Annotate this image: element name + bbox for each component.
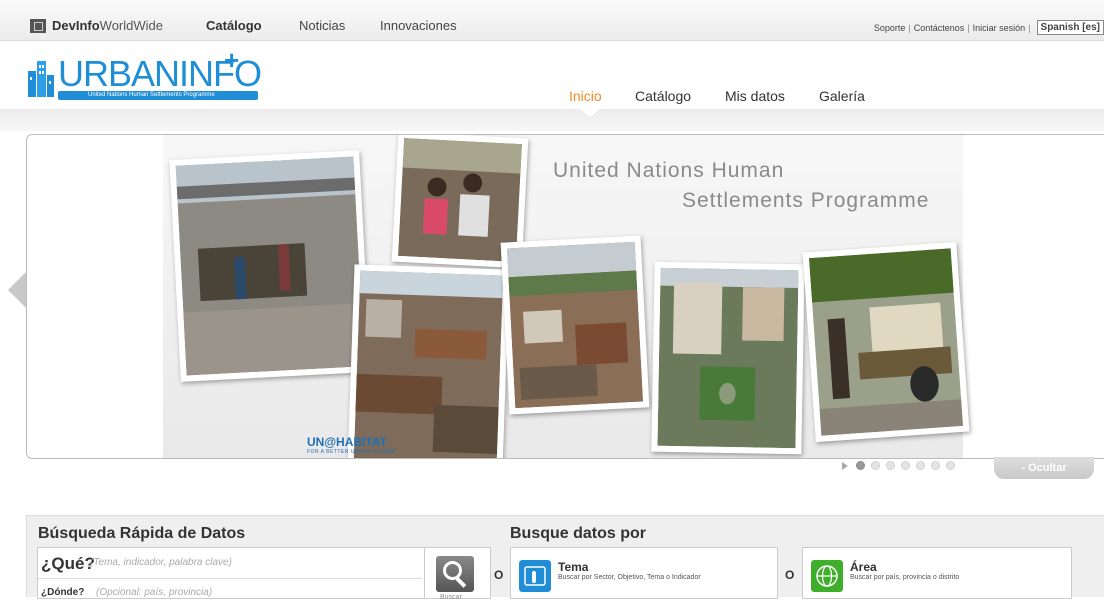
market-image — [175, 156, 365, 376]
top-bar: DevInfo WorldWide Catálogo Noticias Innov… — [0, 0, 1104, 41]
hide-banner-button[interactable]: - Ocultar — [994, 457, 1094, 479]
search-button-label: Buscar — [440, 594, 462, 601]
active-nav-caret — [580, 109, 600, 117]
what-field[interactable]: ¿Qué? (Tema, indicador, palabra clave) — [38, 548, 422, 579]
slide-photo-market — [169, 150, 371, 382]
banner-title-line2: Settlements Programme — [682, 189, 930, 212]
unhabitat-wordmark: UN@HABITAT — [307, 435, 387, 449]
separator: | — [1028, 22, 1031, 33]
what-label: ¿Qué? — [41, 554, 95, 573]
slide-photo-rooftops — [347, 264, 510, 458]
nav-strip — [0, 109, 1104, 131]
slide-dot[interactable] — [946, 461, 955, 470]
search-icon-handle — [455, 577, 467, 588]
nav-galeria[interactable]: Galería — [819, 88, 865, 104]
touch-icon — [519, 560, 551, 592]
browse-title: Busque datos por — [510, 525, 647, 542]
play-icon[interactable] — [842, 461, 848, 470]
browse-by-topic-card[interactable]: Tema Buscar por Sector, Objetivo, Tema o… — [510, 547, 778, 599]
utility-links: Soporte | Contáctenos | Iniciar sesión |… — [874, 20, 1104, 35]
rooftops-image — [353, 270, 504, 458]
photo-collage: UN@HABITAT FOR A BETTER URBAN FUTURE — [163, 135, 970, 458]
prev-slide-arrow-icon[interactable] — [8, 272, 26, 308]
logo-tagline: United Nations Human Settlements Program… — [58, 91, 258, 100]
what-placeholder: (Tema, indicador, palabra clave) — [90, 557, 232, 568]
search-panel: Búsqueda Rápida de Datos ¿Qué? (Tema, in… — [26, 515, 1104, 601]
login-link[interactable]: Iniciar sesión — [973, 23, 1026, 33]
or-label: O — [785, 568, 795, 582]
nav-inicio[interactable]: Inicio — [569, 88, 602, 104]
language-selector[interactable]: Spanish [es] — [1036, 20, 1104, 35]
separator: | — [967, 22, 970, 33]
slide-dot[interactable] — [871, 461, 880, 470]
top-nav-noticias[interactable]: Noticias — [299, 18, 345, 33]
where-label: ¿Dónde? — [41, 587, 85, 598]
top-nav-innovaciones[interactable]: Innovaciones — [380, 18, 457, 33]
slide-dot[interactable] — [916, 461, 925, 470]
devinfo-brand-rest: WorldWide — [99, 18, 164, 33]
hero-banner: UN@HABITAT FOR A BETTER URBAN FUTURE Uni… — [26, 134, 1104, 459]
slide-dot[interactable] — [901, 461, 910, 470]
topic-card-title: Tema — [558, 560, 589, 574]
contact-link[interactable]: Contáctenos — [914, 23, 965, 33]
buildings-icon — [28, 61, 54, 97]
unhabitat-logo: UN@HABITAT FOR A BETTER URBAN FUTURE — [307, 435, 396, 455]
where-field[interactable]: ¿Dónde? (Opcional: país, provincia) — [38, 579, 422, 599]
devinfo-logo-icon — [30, 18, 46, 33]
quick-search-title: Búsqueda Rápida de Datos — [38, 525, 246, 542]
divider — [424, 548, 425, 598]
slide-dot[interactable] — [931, 461, 940, 470]
where-placeholder: (Opcional: país, provincia) — [96, 587, 213, 598]
slide-dot[interactable] — [856, 461, 865, 470]
banner-title-line1: United Nations Human — [553, 159, 785, 182]
browse-by-area-card[interactable]: Área Buscar por país, provincia o distri… — [802, 547, 1072, 599]
globe-icon — [811, 560, 843, 592]
plus-icon: + — [224, 45, 240, 75]
plaza-image — [657, 267, 799, 449]
or-label: O — [494, 568, 504, 582]
support-link[interactable]: Soporte — [874, 23, 906, 33]
unhabitat-tagline: FOR A BETTER URBAN FUTURE — [307, 449, 396, 455]
cart-image — [808, 248, 964, 436]
slide-indicator — [842, 461, 955, 470]
site-header: URBANINFO + United Nations Human Settlem… — [0, 41, 1104, 109]
slide-photo-cart — [802, 241, 970, 443]
nav-catalogo[interactable]: Catálogo — [635, 88, 691, 104]
devinfo-brand-bold: DevInfo — [52, 18, 100, 33]
area-card-title: Área — [850, 560, 877, 574]
city-image — [506, 241, 644, 409]
slide-dot[interactable] — [886, 461, 895, 470]
separator: | — [908, 22, 911, 33]
area-card-desc: Buscar por país, provincia o distrito — [850, 574, 960, 581]
topic-card-desc: Buscar por Sector, Objetivo, Tema o Indi… — [558, 574, 701, 581]
slide-photo-city — [500, 235, 650, 415]
search-button[interactable] — [436, 556, 474, 592]
quick-search-box: ¿Qué? (Tema, indicador, palabra clave) ¿… — [37, 547, 491, 601]
top-nav-catalogo[interactable]: Catálogo — [206, 18, 262, 33]
devinfo-logo[interactable]: DevInfo WorldWide — [30, 18, 163, 33]
nav-mis-datos[interactable]: Mis datos — [725, 88, 785, 104]
urbaninfo-logo[interactable]: URBANINFO + United Nations Human Settlem… — [28, 45, 262, 101]
slide-photo-plaza — [651, 261, 805, 455]
